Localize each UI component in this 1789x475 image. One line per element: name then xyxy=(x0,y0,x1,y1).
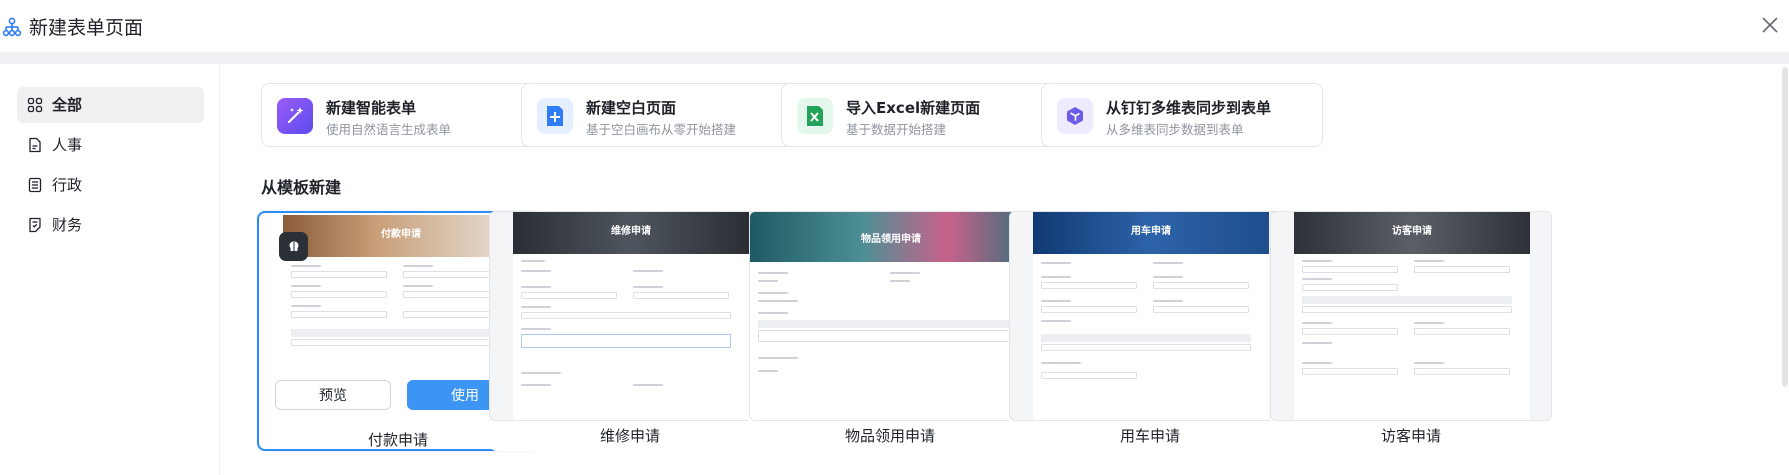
card-title: 从钉钉多维表同步到表单 xyxy=(1106,99,1272,117)
template-name: 物品领用申请 xyxy=(844,427,935,445)
banner-title: 用车申请 xyxy=(1131,226,1171,237)
preview-button[interactable]: 预览 xyxy=(275,380,391,410)
scrollbar[interactable] xyxy=(1781,64,1789,404)
template-name: 访客申请 xyxy=(1380,427,1441,445)
dialog-header: 新建表单页面 xyxy=(0,0,1789,52)
template-card-visitor[interactable]: 访客申请 访客申请 xyxy=(1270,211,1552,451)
ai-brain-icon xyxy=(279,232,308,261)
cube-sync-icon xyxy=(1057,98,1093,134)
template-thumbnail: 访客申请 xyxy=(1270,211,1552,421)
section-title: 从模板新建 xyxy=(261,178,342,197)
import-excel-card[interactable]: 导入Excel新建页面 基于数据开始搭建 xyxy=(781,83,1063,147)
sidebar-item-label: 财务 xyxy=(52,216,83,234)
card-subtitle: 基于数据开始搭建 xyxy=(846,122,947,137)
card-subtitle: 基于空白画布从零开始搭建 xyxy=(586,122,737,137)
ledger-icon xyxy=(28,177,42,193)
create-blank-page-card[interactable]: 新建空白页面 基于空白画布从零开始搭建 xyxy=(521,83,803,147)
template-actions: 预览 使用 xyxy=(275,380,523,420)
template-card-repair[interactable]: 维修申请 维修申请 xyxy=(489,211,771,451)
sidebar-item-finance[interactable]: 财务 xyxy=(17,207,204,243)
card-title: 导入Excel新建页面 xyxy=(846,99,981,117)
template-thumbnail: 物品领用申请 xyxy=(749,211,1031,421)
card-subtitle: 使用自然语言生成表单 xyxy=(326,122,452,137)
magic-wand-icon xyxy=(277,98,313,134)
excel-icon xyxy=(797,98,833,134)
sidebar-item-label: 行政 xyxy=(52,176,83,194)
template-thumbnail: 用车申请 xyxy=(1009,211,1291,421)
dialog-title: 新建表单页面 xyxy=(29,17,144,39)
banner-title: 访客申请 xyxy=(1392,226,1432,237)
category-sidebar: 全部 人事 行政 财务 xyxy=(0,64,220,475)
sidebar-item-label: 全部 xyxy=(52,96,83,114)
card-title: 新建智能表单 xyxy=(326,99,417,117)
sidebar-item-hr[interactable]: 人事 xyxy=(17,127,204,163)
template-name: 维修申请 xyxy=(599,427,660,445)
card-title: 新建空白页面 xyxy=(586,99,677,117)
banner-title: 付款申请 xyxy=(381,229,421,240)
document-icon xyxy=(29,137,41,153)
card-subtitle: 从多维表同步数据到表单 xyxy=(1106,122,1244,137)
plus-doc-icon xyxy=(537,98,573,134)
app-logo-icon xyxy=(2,17,22,37)
template-card-vehicle[interactable]: 用车申请 用车申请 xyxy=(1009,211,1291,451)
grid-icon xyxy=(27,97,43,113)
template-thumbnail: 维修申请 xyxy=(489,211,771,421)
create-smart-form-card[interactable]: 新建智能表单 使用自然语言生成表单 xyxy=(261,83,543,147)
banner-title: 维修申请 xyxy=(611,226,651,237)
template-card-item-requisition[interactable]: 物品领用申请 物品领用申请 xyxy=(749,211,1031,451)
banner-title: 物品领用申请 xyxy=(861,234,921,245)
template-name: 用车申请 xyxy=(1119,427,1180,445)
scrollbar-thumb[interactable] xyxy=(1782,67,1788,387)
sidebar-item-all[interactable]: 全部 xyxy=(17,87,204,123)
finance-doc-icon xyxy=(29,217,41,233)
main-content: 新建智能表单 使用自然语言生成表单 新建空白页面 基于空白画布从零开始搭建 导入… xyxy=(221,64,1789,475)
sync-dingtalk-table-card[interactable]: 从钉钉多维表同步到表单 从多维表同步数据到表单 xyxy=(1041,83,1323,147)
header-divider xyxy=(0,52,1789,64)
close-icon[interactable] xyxy=(1759,14,1781,36)
sidebar-item-label: 人事 xyxy=(52,136,83,154)
sidebar-item-admin[interactable]: 行政 xyxy=(17,167,204,203)
